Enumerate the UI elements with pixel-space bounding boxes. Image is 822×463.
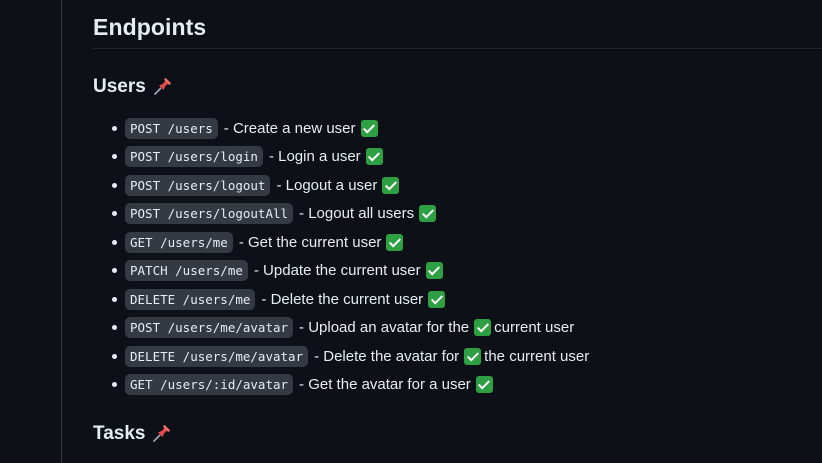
check-mark-button-icon [365, 148, 383, 166]
endpoint-description: - Create a new user [223, 119, 356, 137]
check-mark-button-icon [419, 205, 437, 223]
endpoint-description: - Logout a user [276, 176, 378, 194]
tasks-heading: Tasks [93, 423, 171, 445]
endpoint-description-tail: current user [494, 319, 575, 337]
list-item: DELETE /users/me - Delete the current use… [93, 285, 589, 314]
list-item: GET /users/:id/avatar - Get the avatar fo… [93, 371, 589, 400]
list-item: PATCH /users/me - Update the current user [93, 257, 589, 286]
route-code: POST /users [125, 117, 218, 139]
list-item: POST /users - Create a new user [93, 114, 589, 143]
bullet [112, 382, 117, 388]
endpoints-heading: Endpoints [93, 14, 207, 40]
list-item: POST /users/logoutAll - Logout all users [93, 200, 589, 229]
heading-divider [93, 48, 822, 49]
route-code: GET /users/:id/avatar [125, 374, 294, 396]
route-code: POST /users/logoutAll [125, 203, 294, 225]
endpoint-description-tail: the current user [484, 347, 590, 365]
endpoint-description: - Login a user [268, 148, 361, 166]
users-endpoint-list: POST /users - Create a new user POST /use… [93, 114, 589, 399]
check-mark-button-icon [386, 233, 404, 251]
list-item: POST /users/logout - Logout a user [93, 171, 589, 200]
pushpin-icon [153, 425, 171, 442]
endpoint-description: - Logout all users [299, 205, 415, 223]
tasks-heading-label: Tasks [93, 423, 146, 444]
route-code: PATCH /users/me [125, 260, 248, 282]
bullet [112, 125, 117, 131]
bullet [112, 296, 117, 302]
list-item: GET /users/me - Get the current user [93, 228, 589, 257]
route-code: GET /users/me [125, 231, 233, 253]
endpoint-description: - Get the current user [238, 233, 382, 251]
list-item: DELETE /users/me/avatar - Delete the avat… [93, 342, 589, 371]
users-heading: Users [93, 76, 172, 98]
bullet [112, 182, 117, 188]
route-code: POST /users/logout [125, 174, 271, 196]
pushpin-icon [153, 78, 171, 95]
endpoint-description: - Upload an avatar for the [299, 319, 470, 337]
check-mark-button-icon [428, 290, 446, 308]
check-mark-button-icon [464, 347, 482, 365]
list-item: POST /users/login - Login a user [93, 143, 589, 172]
route-code: DELETE /users/me [125, 288, 256, 310]
route-code: DELETE /users/me/avatar [125, 345, 309, 367]
bullet [112, 325, 117, 331]
endpoint-description: - Delete the current user [261, 290, 424, 308]
bullet [112, 268, 117, 274]
check-mark-button-icon [425, 262, 443, 280]
check-mark-button-icon [475, 376, 493, 394]
route-code: POST /users/login [125, 146, 263, 168]
list-item: POST /users/me/avatar - Upload an avatar … [93, 314, 589, 343]
users-heading-label: Users [93, 76, 146, 97]
endpoint-description: - Get the avatar for a user [299, 376, 471, 394]
bullet [112, 353, 117, 359]
endpoint-description: - Update the current user [253, 262, 421, 280]
check-mark-button-icon [360, 119, 378, 137]
content-left-border [61, 0, 62, 463]
bullet [112, 154, 117, 160]
bullet [112, 239, 117, 245]
check-mark-button-icon [474, 319, 492, 337]
bullet [112, 211, 117, 217]
endpoint-description: - Delete the avatar for [314, 347, 460, 365]
readme-page: Endpoints Users POST /users - Create a ne… [0, 0, 822, 463]
route-code: POST /users/me/avatar [125, 317, 294, 339]
check-mark-button-icon [382, 176, 400, 194]
